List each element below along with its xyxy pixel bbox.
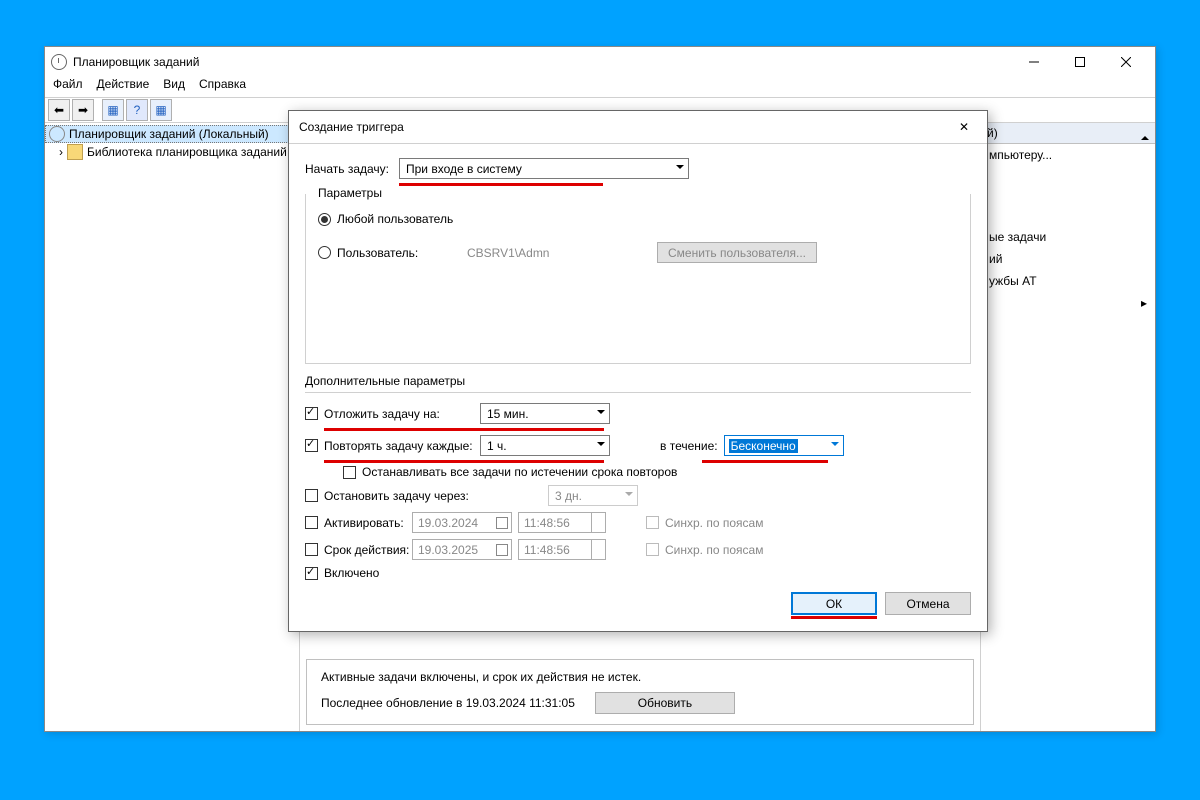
- sync-label-2: Синхр. по поясам: [665, 543, 763, 557]
- folder-icon: [67, 144, 83, 160]
- params-legend: Параметры: [314, 186, 386, 200]
- tree-root[interactable]: Планировщик заданий (Локальный): [45, 125, 299, 143]
- start-task-value: При входе в систему: [406, 162, 522, 176]
- expire-label: Срок действия:: [324, 543, 412, 557]
- actions-pane: й) мпьютеру... ые задачи ий ужбы AT ▸: [980, 123, 1155, 731]
- highlight-line-2: [324, 428, 604, 431]
- toolbar-btn-3[interactable]: ▦: [150, 99, 172, 121]
- dropdown-icon: [625, 492, 633, 500]
- advanced-legend: Дополнительные параметры: [305, 374, 971, 388]
- ok-button[interactable]: ОК: [791, 592, 877, 615]
- status-area: Активные задачи включены, и срок их дейс…: [306, 659, 974, 725]
- help-button[interactable]: ?: [126, 99, 148, 121]
- stop-all-label: Останавливать все задачи по истечении ср…: [362, 465, 677, 479]
- menu-file[interactable]: Файл: [53, 77, 83, 97]
- action-item-3[interactable]: ий: [981, 248, 1155, 270]
- highlight-line-3a: [324, 460, 604, 463]
- action-item-2[interactable]: ые задачи: [981, 226, 1155, 248]
- menu-view[interactable]: Вид: [163, 77, 185, 97]
- stop-after-value: 3 дн.: [555, 489, 582, 503]
- action-item-1[interactable]: мпьютеру...: [981, 144, 1155, 166]
- highlight-line-1: [399, 183, 603, 186]
- tree-root-label: Планировщик заданий (Локальный): [69, 127, 269, 141]
- stop-after-label: Остановить задачу через:: [324, 489, 548, 503]
- action-item-more[interactable]: ▸: [981, 292, 1155, 314]
- enabled-label: Включено: [324, 566, 379, 580]
- expire-time[interactable]: 11:48:56: [518, 539, 606, 560]
- sync-label-1: Синхр. по поясам: [665, 516, 763, 530]
- activate-checkbox[interactable]: [305, 516, 318, 529]
- clock-icon: [49, 126, 65, 142]
- titlebar: Планировщик заданий: [45, 47, 1155, 77]
- maximize-button[interactable]: [1057, 47, 1103, 77]
- sync-checkbox-1: [646, 516, 659, 529]
- activate-label: Активировать:: [324, 516, 412, 530]
- menubar: Файл Действие Вид Справка: [45, 77, 1155, 97]
- cancel-button[interactable]: Отмена: [885, 592, 971, 615]
- dropdown-icon: [597, 442, 605, 450]
- highlight-line-ok: [791, 616, 877, 619]
- stop-all-checkbox[interactable]: [343, 466, 356, 479]
- user-name-value: CBSRV1\Admn: [467, 246, 657, 260]
- repeat-value: 1 ч.: [487, 439, 507, 453]
- expire-checkbox[interactable]: [305, 543, 318, 556]
- duration-value: Бесконечно: [729, 439, 798, 453]
- radio-specific-user-label: Пользователь:: [337, 246, 467, 260]
- refresh-button[interactable]: Обновить: [595, 692, 735, 714]
- menu-action[interactable]: Действие: [97, 77, 150, 97]
- back-button[interactable]: ⬅: [48, 99, 70, 121]
- menu-help[interactable]: Справка: [199, 77, 246, 97]
- repeat-select[interactable]: 1 ч.: [480, 435, 610, 456]
- radio-any-user[interactable]: [318, 213, 331, 226]
- minimize-button[interactable]: [1011, 47, 1057, 77]
- duration-select[interactable]: Бесконечно: [724, 435, 844, 456]
- start-task-select[interactable]: При входе в систему: [399, 158, 689, 179]
- highlight-line-3b: [702, 460, 828, 463]
- tree-child[interactable]: › Библиотека планировщика заданий: [45, 143, 299, 161]
- calendar-icon: [496, 517, 508, 529]
- delay-value: 15 мин.: [487, 407, 529, 421]
- repeat-label: Повторять задачу каждые:: [324, 439, 480, 453]
- delay-checkbox[interactable]: [305, 407, 318, 420]
- spinner-icon: [591, 513, 605, 532]
- window-title: Планировщик заданий: [73, 55, 199, 69]
- radio-any-user-label: Любой пользователь: [337, 212, 453, 226]
- status-line-2: Последнее обновление в 19.03.2024 11:31:…: [321, 696, 575, 710]
- dialog-titlebar: Создание триггера ✕: [289, 111, 987, 144]
- actions-header-text: й): [987, 126, 998, 140]
- chevron-up-icon[interactable]: [1141, 128, 1149, 140]
- expire-date[interactable]: 19.03.2025: [412, 539, 512, 560]
- create-trigger-dialog: Создание триггера ✕ Начать задачу: При в…: [288, 110, 988, 632]
- tree-pane: Планировщик заданий (Локальный) › Библио…: [45, 123, 300, 731]
- dialog-title: Создание триггера: [299, 120, 404, 134]
- activate-date[interactable]: 19.03.2024: [412, 512, 512, 533]
- tree-child-label: Библиотека планировщика заданий: [87, 145, 287, 159]
- repeat-checkbox[interactable]: [305, 439, 318, 452]
- dropdown-icon: [676, 165, 684, 173]
- close-button[interactable]: [1103, 47, 1149, 77]
- status-line-1: Активные задачи включены, и срок их дейс…: [321, 670, 959, 684]
- actions-header: й): [981, 123, 1155, 144]
- duration-label: в течение:: [660, 439, 718, 453]
- dialog-close-button[interactable]: ✕: [951, 120, 977, 134]
- delay-select[interactable]: 15 мин.: [480, 403, 610, 424]
- toolbar-btn-1[interactable]: ▦: [102, 99, 124, 121]
- app-icon: [51, 54, 67, 70]
- activate-time[interactable]: 11:48:56: [518, 512, 606, 533]
- change-user-button[interactable]: Сменить пользователя...: [657, 242, 817, 263]
- stop-after-select[interactable]: 3 дн.: [548, 485, 638, 506]
- enabled-checkbox[interactable]: [305, 567, 318, 580]
- expand-icon[interactable]: ›: [59, 145, 63, 159]
- calendar-icon: [496, 544, 508, 556]
- dropdown-icon: [597, 410, 605, 418]
- sync-checkbox-2: [646, 543, 659, 556]
- radio-specific-user[interactable]: [318, 246, 331, 259]
- start-task-label: Начать задачу:: [305, 162, 399, 176]
- delay-label: Отложить задачу на:: [324, 407, 480, 421]
- action-item-4[interactable]: ужбы AT: [981, 270, 1155, 292]
- spinner-icon: [591, 540, 605, 559]
- dropdown-icon: [831, 442, 839, 450]
- forward-button[interactable]: ➡: [72, 99, 94, 121]
- stop-after-checkbox[interactable]: [305, 489, 318, 502]
